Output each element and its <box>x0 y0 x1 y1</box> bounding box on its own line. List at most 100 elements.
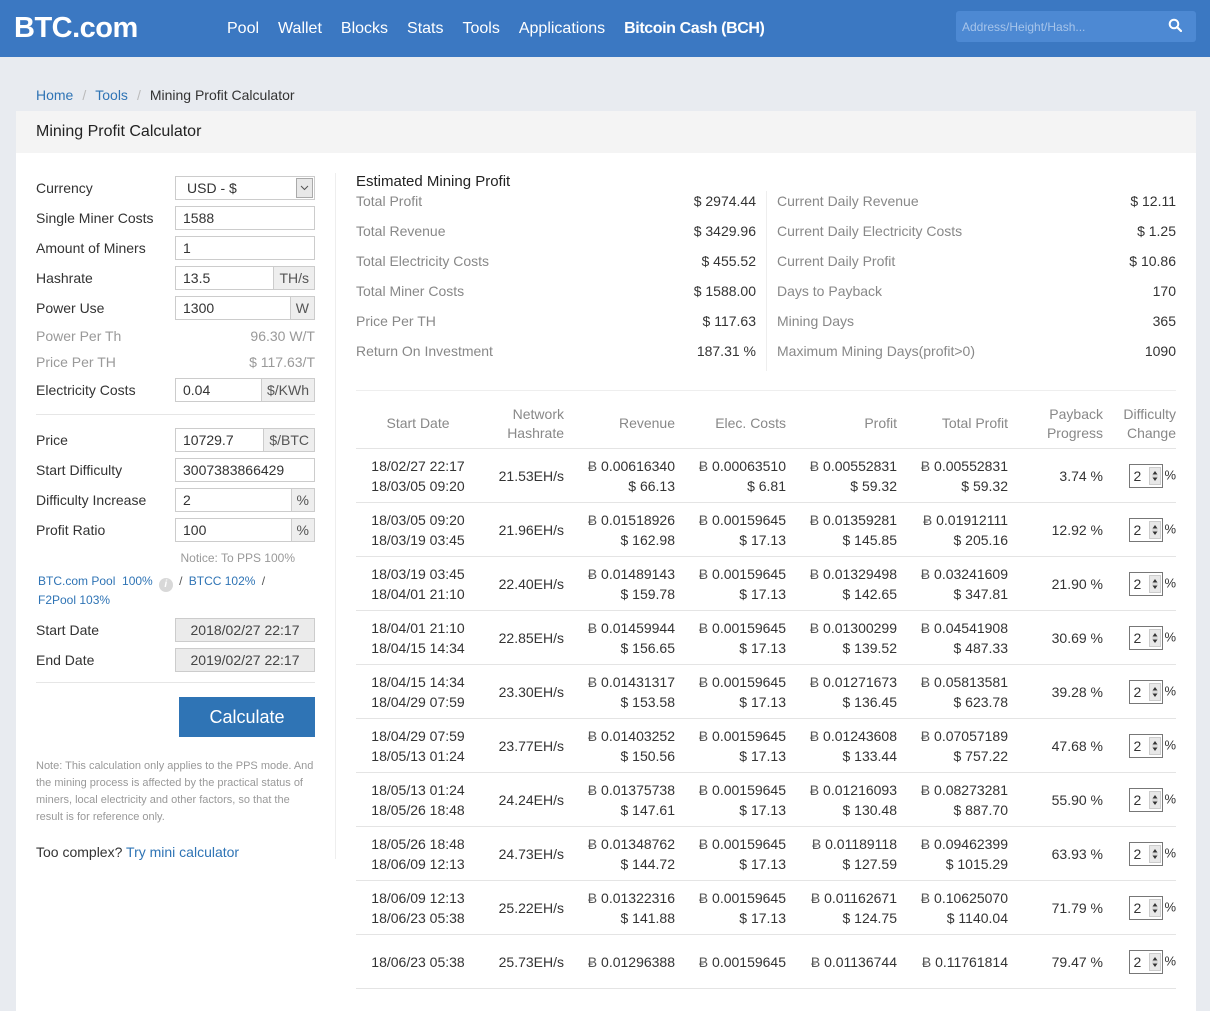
stepper-arrows-icon[interactable] <box>1149 844 1162 863</box>
start-difficulty-input[interactable] <box>176 459 314 481</box>
table-row: 18/04/01 21:10 18/04/15 14:34 22.85EH/s Ƀ 0… <box>356 610 1176 665</box>
difficulty-change-stepper[interactable]: 2 <box>1129 949 1164 974</box>
difficulty-change-value[interactable]: 2 <box>1133 466 1149 486</box>
elec-costs-btc: Ƀ 0.00159645 <box>675 780 786 800</box>
btcc-pool-link[interactable]: BTCC 102% <box>189 574 256 588</box>
calculate-button[interactable]: Calculate <box>179 697 315 737</box>
nav-stats[interactable]: Stats <box>407 20 443 38</box>
stepper-arrows-icon[interactable] <box>1149 790 1162 809</box>
percent-sign: % <box>1164 467 1176 483</box>
profit-btc: Ƀ 0.01329498 <box>786 564 897 584</box>
currency-value: USD - $ <box>187 180 237 196</box>
f2pool-link[interactable]: F2Pool 103% <box>38 593 110 607</box>
bitcoin-icon: Ƀ <box>920 673 931 690</box>
stepper-arrows-icon[interactable] <box>1149 682 1162 701</box>
total-profit-cell: Ƀ 0.00552831 $ 59.32 <box>897 448 1008 503</box>
difficulty-change-value[interactable]: 2 <box>1133 628 1149 648</box>
total-profit-btc-value: 0.08273281 <box>934 781 1008 798</box>
stepper-arrows-icon[interactable] <box>1149 736 1162 755</box>
stepper-arrows-icon[interactable] <box>1149 574 1162 593</box>
profit-usd: $ 145.85 <box>842 531 898 548</box>
revenue-btc-value: 0.01348762 <box>601 835 675 852</box>
period-dates: 18/06/23 05:38 <box>356 934 480 989</box>
difficulty-change-stepper[interactable]: 2 <box>1129 679 1164 704</box>
nav-wallet[interactable]: Wallet <box>278 20 322 38</box>
currency-select[interactable]: USD - $ <box>175 176 315 200</box>
calculator-panel: Mining Profit Calculator Currency USD - … <box>16 111 1196 1011</box>
nav-applications[interactable]: Applications <box>519 20 605 38</box>
power-per-th-label: Power Per Th <box>36 328 122 344</box>
stat-value: 1090 <box>1144 343 1176 359</box>
difficulty-change-value[interactable]: 2 <box>1133 736 1149 756</box>
chevron-down-icon[interactable] <box>296 178 313 198</box>
start-date-input[interactable]: 2018/02/27 22:17 <box>175 618 315 642</box>
total-profit-cell: Ƀ 0.05813581 $ 623.78 <box>897 664 1008 719</box>
difficulty-change-value[interactable]: 2 <box>1133 952 1149 972</box>
power-per-th-value: 96.30 W/T <box>250 328 315 344</box>
search-input[interactable] <box>956 19 1156 34</box>
hashrate-unit: TH/s <box>273 267 314 289</box>
difficulty-change-value[interactable]: 2 <box>1133 520 1149 540</box>
bitcoin-icon: Ƀ <box>698 889 709 906</box>
search-icon[interactable] <box>1168 18 1182 32</box>
table-header-row: Start Date Network Hashrate Revenue Elec… <box>356 390 1176 449</box>
price-per-th-row: Price Per TH $ 117.63/T <box>36 349 315 375</box>
difficulty-change-stepper[interactable]: 2 <box>1129 733 1164 758</box>
nav-bitcoin-cash[interactable]: Bitcoin Cash (BCH) <box>624 20 765 38</box>
stepper-arrows-icon[interactable] <box>1149 898 1162 917</box>
btc-com-logo[interactable]: BTC.com <box>14 12 227 45</box>
nav-pool[interactable]: Pool <box>227 20 259 38</box>
price-row: Price $/BTC <box>36 425 315 455</box>
info-icon[interactable]: i <box>158 578 173 592</box>
profit-btc-value: 0.01136744 <box>824 953 897 970</box>
start-difficulty-label: Start Difficulty <box>36 462 123 478</box>
difficulty-change-value[interactable]: 2 <box>1133 682 1149 702</box>
price-input[interactable] <box>176 429 264 451</box>
difficulty-change-stepper[interactable]: 2 <box>1129 787 1164 812</box>
profit-ratio-input[interactable] <box>176 519 291 541</box>
difficulty-change-value[interactable]: 2 <box>1133 790 1149 810</box>
difficulty-change-value[interactable]: 2 <box>1133 844 1149 864</box>
electricity-costs-input[interactable] <box>176 379 261 401</box>
amount-of-miners-label: Amount of Miners <box>36 240 146 256</box>
difficulty-change-cell: 2% <box>1103 610 1176 665</box>
percent-sign: % <box>1164 629 1176 645</box>
power-use-input[interactable] <box>176 297 290 319</box>
elec-costs-usd: $ 17.13 <box>739 855 786 872</box>
total-profit-btc-value: 0.10625070 <box>934 889 1008 906</box>
nav-blocks[interactable]: Blocks <box>341 20 388 38</box>
total-profit-usd: $ 347.81 <box>953 585 1009 602</box>
difficulty-increase-input[interactable] <box>176 489 291 511</box>
stepper-arrows-icon[interactable] <box>1149 628 1162 647</box>
stepper-arrows-icon[interactable] <box>1149 520 1162 539</box>
mini-calculator-link[interactable]: Try mini calculator <box>126 844 239 860</box>
breadcrumb-tools[interactable]: Tools <box>95 87 128 103</box>
profit-cell: Ƀ 0.01189118 $ 127.59 <box>786 826 897 881</box>
revenue-btc-value: 0.01322316 <box>601 889 675 906</box>
payback-progress: 3.74 % <box>1008 448 1103 503</box>
amount-of-miners-input[interactable] <box>176 237 314 259</box>
stepper-arrows-icon[interactable] <box>1149 952 1162 971</box>
period-end: 18/03/05 09:20 <box>371 477 465 494</box>
profit-usd: $ 133.44 <box>842 747 898 764</box>
revenue-btc-value: 0.01518926 <box>601 511 675 528</box>
difficulty-change-stepper[interactable]: 2 <box>1129 841 1164 866</box>
hashrate-input[interactable] <box>176 267 274 289</box>
table-row: 18/04/29 07:59 18/05/13 01:24 23.77EH/s Ƀ 0… <box>356 718 1176 773</box>
nav-tools[interactable]: Tools <box>462 20 499 38</box>
end-date-input[interactable]: 2019/02/27 22:17 <box>175 648 315 672</box>
difficulty-change-value[interactable]: 2 <box>1133 574 1149 594</box>
difficulty-change-value[interactable]: 2 <box>1133 898 1149 918</box>
breadcrumb-home[interactable]: Home <box>36 87 73 103</box>
single-miner-costs-input[interactable] <box>176 207 314 229</box>
difficulty-change-stepper[interactable]: 2 <box>1129 517 1164 542</box>
difficulty-change-stepper[interactable]: 2 <box>1129 895 1164 920</box>
header-elec-costs: Elec. Costs <box>675 390 786 449</box>
stat-value: $ 455.52 <box>701 253 757 269</box>
difficulty-change-stepper[interactable]: 2 <box>1129 571 1164 596</box>
bitcoin-icon: Ƀ <box>587 457 598 474</box>
difficulty-change-stepper[interactable]: 2 <box>1129 625 1164 650</box>
stepper-arrows-icon[interactable] <box>1149 466 1162 485</box>
btccom-pool-link[interactable]: BTC.com Pool 100% <box>38 574 153 588</box>
difficulty-change-stepper[interactable]: 2 <box>1129 463 1164 488</box>
